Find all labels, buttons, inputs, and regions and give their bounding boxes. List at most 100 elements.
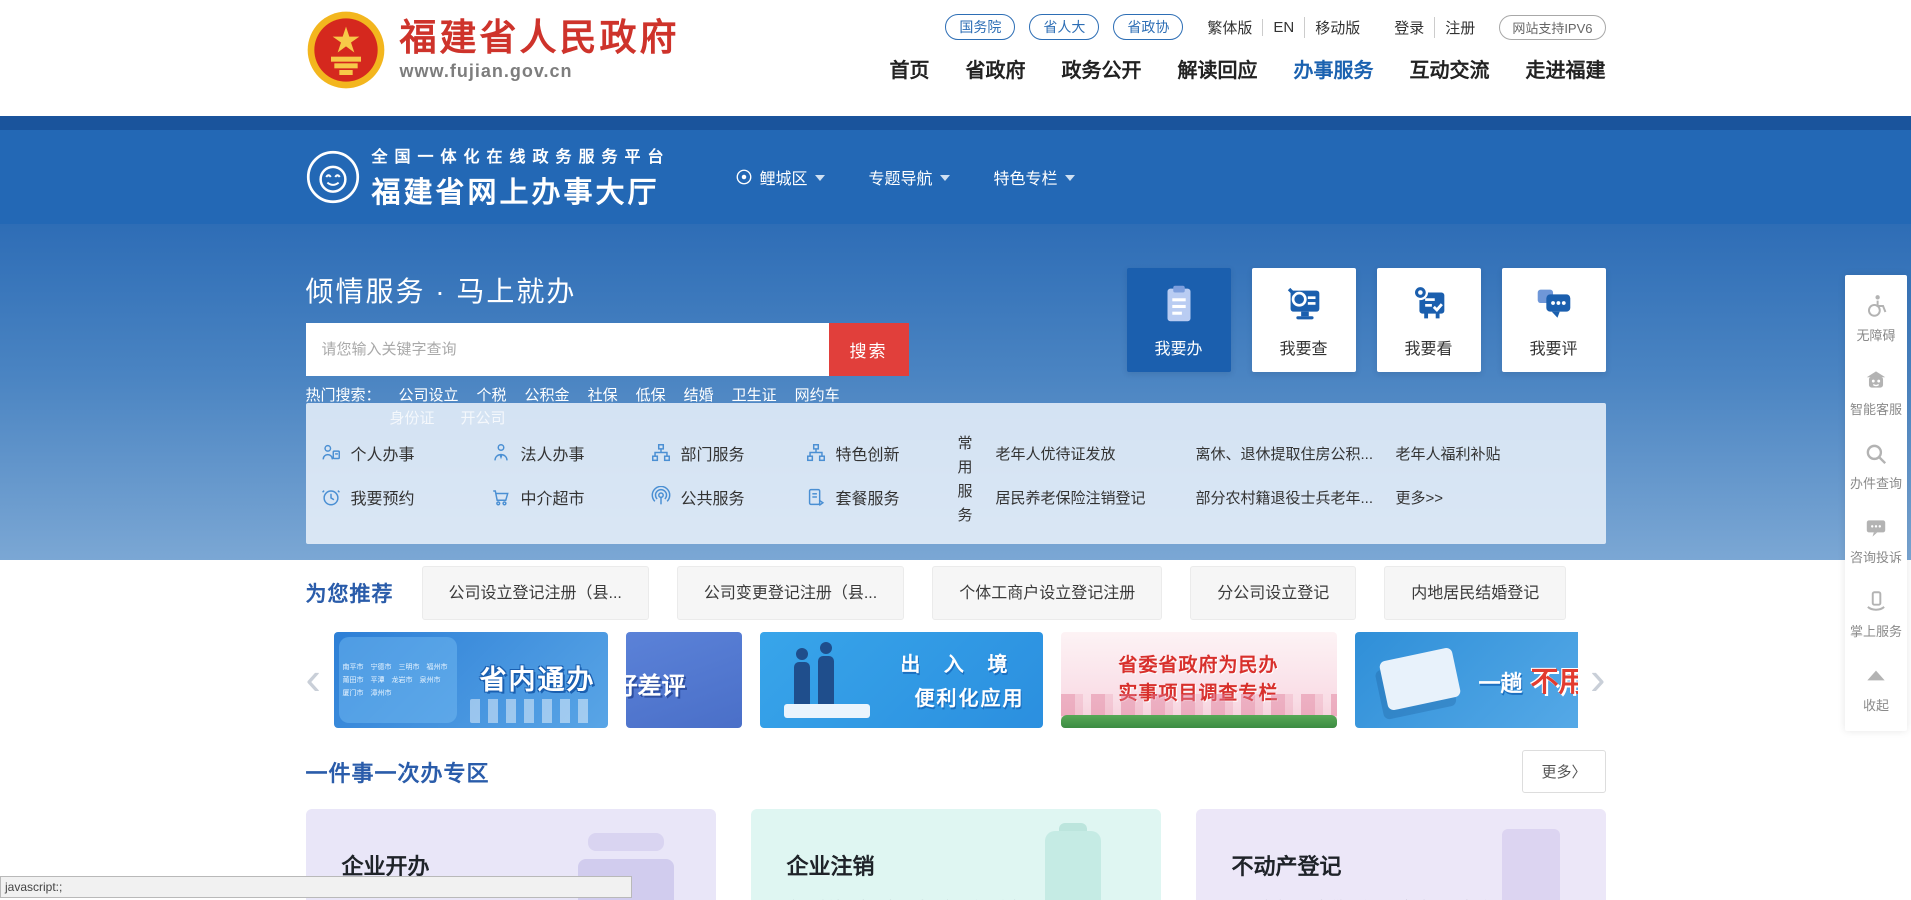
hot-search-item[interactable]: 卫生证 <box>732 384 777 405</box>
action-card-label: 我要看 <box>1404 335 1452 359</box>
banner-title: 好差评 <box>626 666 686 701</box>
common-service-link[interactable]: 老年人优待证发放 <box>996 443 1196 464</box>
action-card-label: 我要评 <box>1529 335 1577 359</box>
search-icon <box>1863 441 1889 467</box>
hot-search-item[interactable]: 开公司 <box>461 407 506 428</box>
card-enterprise-cancel[interactable]: 企业注销 企业注销一窗通办，减少企业跑动次数 <box>751 809 1161 900</box>
register-link[interactable]: 注册 <box>1434 17 1485 38</box>
service-appointment[interactable]: 我要预约 <box>320 485 490 509</box>
search-input[interactable] <box>306 323 829 376</box>
hot-search-row: 热门搜索： 公司设立 个税 公积金 社保 低保 结婚 卫生证 网约车 <box>306 384 840 405</box>
search-button[interactable]: 搜索 <box>829 323 909 376</box>
map-city-label: 泉州市 <box>420 675 441 685</box>
hot-search-row2: 身份证 开公司 <box>390 407 506 428</box>
hot-search-item[interactable]: 网约车 <box>795 384 840 405</box>
sidebar-item-label: 咨询投诉 <box>1850 547 1902 566</box>
sidebar-item-smart-service[interactable]: 智能客服 <box>1845 355 1907 429</box>
service-legal-person[interactable]: 法人办事 <box>490 441 650 465</box>
common-service-link[interactable]: 老年人福利补贴 <box>1396 443 1601 464</box>
hot-search-item[interactable]: 社保 <box>588 384 618 405</box>
figure-graphic <box>794 662 810 708</box>
nav-gov-affairs[interactable]: 政务公开 <box>1062 54 1142 83</box>
service-public[interactable]: 公共服务 <box>650 485 805 509</box>
banner-exit-entry[interactable]: 出 入 境 便利化应用 <box>760 632 1043 728</box>
carousel-next-button[interactable]: › <box>1590 646 1605 710</box>
banner-title: 省内通办 <box>480 658 596 697</box>
figure-graphic <box>796 648 808 660</box>
recommend-item[interactable]: 内地居民结婚登记 <box>1384 566 1566 620</box>
more-button[interactable]: 更多〉 <box>1522 750 1605 793</box>
banner-one-trip[interactable]: 一趟 不用 <box>1355 632 1578 728</box>
action-card-woyaokan[interactable]: 我要看 <box>1377 268 1481 372</box>
hot-search-item[interactable]: 公司设立 <box>399 384 459 405</box>
service-personal[interactable]: 个人办事 <box>320 441 490 465</box>
banner-province-wide-service[interactable]: 南平市 宁德市 三明市 福州市 莆田市 平潭 龙岩市 泉州市 厦门市 漳州市 省… <box>334 632 608 728</box>
special-column-menu[interactable]: 特色专栏 <box>994 165 1075 189</box>
service-label: 法人办事 <box>521 441 585 465</box>
special-column-label: 特色专栏 <box>994 165 1058 189</box>
common-service-link[interactable]: 离休、退休提取住房公积... <box>1196 443 1396 464</box>
lang-en[interactable]: EN <box>1262 19 1304 36</box>
action-card-woyaoban[interactable]: 我要办 <box>1127 268 1231 372</box>
hot-search-item[interactable]: 低保 <box>636 384 666 405</box>
hot-search-item[interactable]: 公积金 <box>525 384 570 405</box>
chevron-down-icon <box>1065 175 1075 181</box>
platform-subtitle: 全国一体化在线政务服务平台 <box>372 143 671 167</box>
service-package[interactable]: 套餐服务 <box>805 485 965 509</box>
banner-public-survey[interactable]: 省委省政府为民办 实事项目调查专栏 <box>1061 632 1337 728</box>
service-label: 我要预约 <box>351 485 415 509</box>
sidebar-item-accessibility[interactable]: 无障碍 <box>1845 281 1907 355</box>
topic-nav-label: 专题导航 <box>869 165 933 189</box>
service-label: 个人办事 <box>351 441 415 465</box>
recommend-item[interactable]: 公司变更登记注册（县... <box>677 566 904 620</box>
sidebar-item-collapse[interactable]: 收起 <box>1845 651 1907 725</box>
action-card-woyaocha[interactable]: 我要查 <box>1252 268 1356 372</box>
recommend-item[interactable]: 公司设立登记注册（县... <box>422 566 649 620</box>
legal-person-icon <box>490 442 512 464</box>
nav-home[interactable]: 首页 <box>890 54 930 83</box>
sidebar-item-case-query[interactable]: 办件查询 <box>1845 429 1907 503</box>
nav-interpretation[interactable]: 解读回应 <box>1178 54 1258 83</box>
package-doc-icon <box>805 486 827 508</box>
collapse-up-icon <box>1863 663 1889 689</box>
site-logo[interactable]: 福建省人民政府 www.fujian.gov.cn <box>306 10 680 90</box>
hot-search-item[interactable]: 结婚 <box>684 384 714 405</box>
nav-provincial-gov[interactable]: 省政府 <box>966 54 1026 83</box>
lang-traditional[interactable]: 繁体版 <box>1197 17 1262 38</box>
action-card-woyaoping[interactable]: 我要评 <box>1502 268 1606 372</box>
banner-service-rating[interactable]: 好差评 <box>626 632 742 728</box>
sidebar-item-mobile-service[interactable]: 掌上服务 <box>1845 577 1907 651</box>
nav-about-fujian[interactable]: 走进福建 <box>1526 54 1606 83</box>
nav-interaction[interactable]: 互动交流 <box>1410 54 1490 83</box>
banner-title-line1: 出 入 境 <box>900 648 1016 677</box>
floating-sidebar: 无障碍 智能客服 办件查询 咨询投诉 <box>1845 275 1907 731</box>
nav-services[interactable]: 办事服务 <box>1294 54 1374 83</box>
carousel-prev-button[interactable]: ‹ <box>306 646 321 710</box>
service-agency-market[interactable]: 中介超市 <box>490 485 650 509</box>
gov-link-shengrenda[interactable]: 省人大 <box>1029 14 1099 40</box>
service-menu-panel: 身份证 开公司 个人办事 法人办事 部门服务 <box>306 403 1606 544</box>
gov-link-guowuyuan[interactable]: 国务院 <box>945 14 1015 40</box>
recommend-item[interactable]: 个体工商户设立登记注册 <box>932 566 1162 620</box>
region-name: 鲤城区 <box>760 165 808 189</box>
map-city-label: 莆田市 <box>343 675 364 685</box>
common-service-link[interactable]: 居民养老保险注销登记 <box>996 487 1196 508</box>
service-department[interactable]: 部门服务 <box>650 441 805 465</box>
more-common-services-link[interactable]: 更多>> <box>1396 487 1601 508</box>
gov-link-shengzhengxie[interactable]: 省政协 <box>1113 14 1183 40</box>
region-selector[interactable]: 鲤城区 <box>735 165 825 189</box>
hot-search-item[interactable]: 身份证 <box>390 407 435 428</box>
wheelchair-icon <box>1863 293 1889 319</box>
card-decor-graphic <box>588 833 664 851</box>
chat-icon <box>1863 515 1889 541</box>
common-service-link[interactable]: 部分农村籍退役士兵老年... <box>1196 487 1396 508</box>
sidebar-item-consult-complaint[interactable]: 咨询投诉 <box>1845 503 1907 577</box>
topic-nav-menu[interactable]: 专题导航 <box>869 165 950 189</box>
hot-search-item[interactable]: 个税 <box>477 384 507 405</box>
login-link[interactable]: 登录 <box>1384 17 1434 38</box>
recommend-item[interactable]: 分公司设立登记 <box>1190 566 1356 620</box>
service-innovation[interactable]: 特色创新 <box>805 441 965 465</box>
lang-mobile[interactable]: 移动版 <box>1304 17 1370 38</box>
card-real-estate[interactable]: 不动产登记 不动产交易、办税、登记、全过程“一窗受理、一... <box>1196 809 1606 900</box>
alarm-clock-icon <box>320 486 342 508</box>
